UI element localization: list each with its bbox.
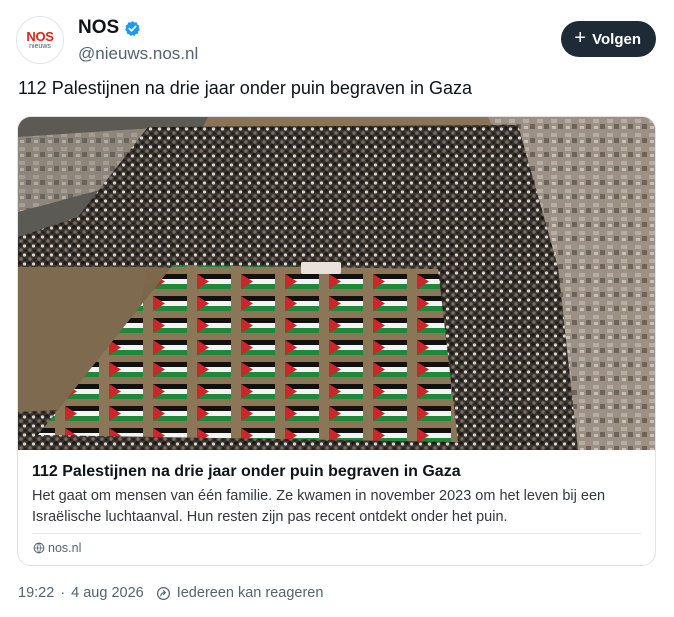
post-header: NOS nieuws NOS @nieuws.nos.nl + Volgen (16, 14, 658, 66)
follow-button[interactable]: + Volgen (561, 21, 656, 57)
post-text: 112 Palestijnen na drie jaar onder puin … (18, 78, 472, 98)
author-info: NOS @nieuws.nos.nl (78, 16, 198, 66)
link-card-body: 112 Palestijnen na drie jaar onder puin … (32, 461, 644, 528)
follow-label: Volgen (592, 30, 641, 48)
post-time[interactable]: 19:22 (18, 585, 54, 601)
link-card-image (18, 117, 655, 450)
link-card[interactable]: 112 Palestijnen na drie jaar onder puin … (17, 116, 656, 566)
nos-logo: NOS (26, 28, 54, 44)
name-row: NOS (78, 16, 198, 40)
post: NOS nieuws NOS @nieuws.nos.nl + Volgen 1… (0, 0, 674, 617)
link-card-title: 112 Palestijnen na drie jaar onder puin … (32, 463, 461, 480)
handle[interactable]: @nieuws.nos.nl (78, 42, 198, 66)
post-date[interactable]: 4 aug 2026 (71, 585, 144, 601)
reply-settings-icon (156, 586, 170, 600)
post-meta: 19:22 · 4 aug 2026 Iedereen kan reageren (18, 585, 323, 601)
globe-icon (33, 542, 45, 554)
avatar[interactable]: NOS nieuws (16, 16, 64, 64)
meta-separator: · (60, 585, 66, 601)
link-card-source: nos.nl (33, 541, 81, 555)
link-card-description: Het gaat om mensen van één familie. Ze k… (32, 488, 606, 525)
reply-setting[interactable]: Iedereen kan reageren (177, 585, 324, 601)
link-card-divider (32, 533, 641, 534)
link-card-domain[interactable]: nos.nl (48, 541, 81, 555)
display-name[interactable]: NOS (78, 16, 119, 40)
nos-logo-subtitle: nieuws (29, 42, 51, 50)
verified-badge-icon (125, 20, 140, 36)
plus-icon: + (574, 27, 587, 49)
